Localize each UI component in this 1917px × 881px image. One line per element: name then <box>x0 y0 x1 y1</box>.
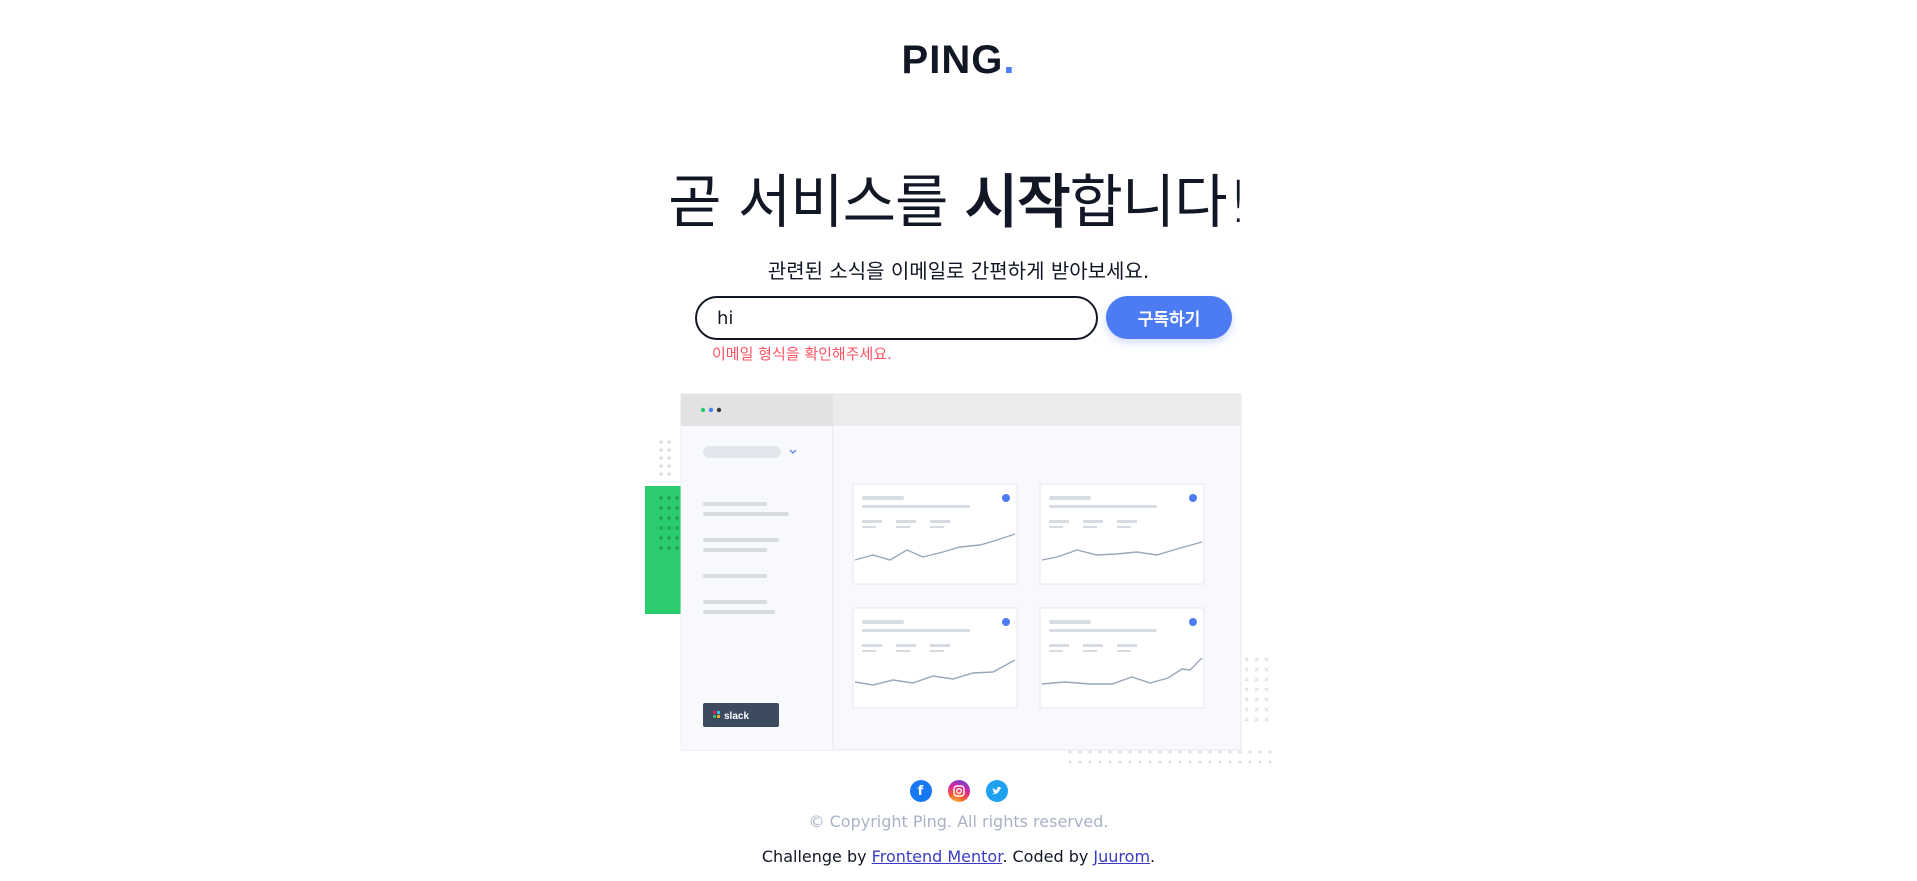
headline-part1: 곧 서비스를 <box>668 168 965 236</box>
subscribe-form: 구독하기 <box>695 296 1235 340</box>
green-decoration <box>645 486 681 614</box>
chart-card <box>852 607 1018 709</box>
slack-label: slack <box>724 711 749 722</box>
copyright-text: © Copyright Ping. All rights reserved. <box>808 812 1109 831</box>
subtitle: 관련된 소식을 이메일로 간편하게 받아보세요. <box>767 259 1150 283</box>
author-link[interactable]: Juurom <box>1093 847 1150 866</box>
attribution: Challenge by Frontend Mentor. Coded by J… <box>0 847 1917 866</box>
frontend-mentor-link[interactable]: Frontend Mentor <box>872 847 1003 866</box>
logo: PING. <box>0 38 1917 83</box>
x-pattern-right <box>1244 657 1269 722</box>
email-error-message: 이메일 형식을 확인해주세요. <box>712 345 892 363</box>
headline-part2: 합니다! <box>1069 168 1250 236</box>
subscribe-button[interactable]: 구독하기 <box>1106 296 1232 339</box>
dashboard-illustration: slack <box>645 393 1272 764</box>
chart-card <box>1039 483 1205 585</box>
page-title: 곧 서비스를 시작합니다! <box>0 155 1917 239</box>
logo-text: PING <box>901 38 1004 82</box>
logo-dot: . <box>1003 38 1016 82</box>
page: PING. 곧 서비스를 시작합니다! 관련된 소식을 이메일로 간편하게 받아… <box>0 0 1917 881</box>
email-field[interactable] <box>695 296 1098 340</box>
dot-pattern-bottom <box>1068 750 1272 764</box>
instagram-icon[interactable] <box>947 780 970 802</box>
dot-pattern-left <box>659 440 671 476</box>
window-sidebar <box>681 426 833 750</box>
facebook-icon[interactable]: f <box>909 780 932 802</box>
credit-mid: . Coded by <box>1002 847 1094 866</box>
credit-suffix: . <box>1150 847 1156 866</box>
twitter-icon[interactable] <box>985 780 1008 802</box>
chart-card <box>852 483 1018 585</box>
chart-card <box>1039 607 1205 709</box>
social-links: f <box>0 780 1917 802</box>
headline-bold: 시작 <box>964 168 1071 236</box>
credit-prefix: Challenge by <box>761 847 872 866</box>
